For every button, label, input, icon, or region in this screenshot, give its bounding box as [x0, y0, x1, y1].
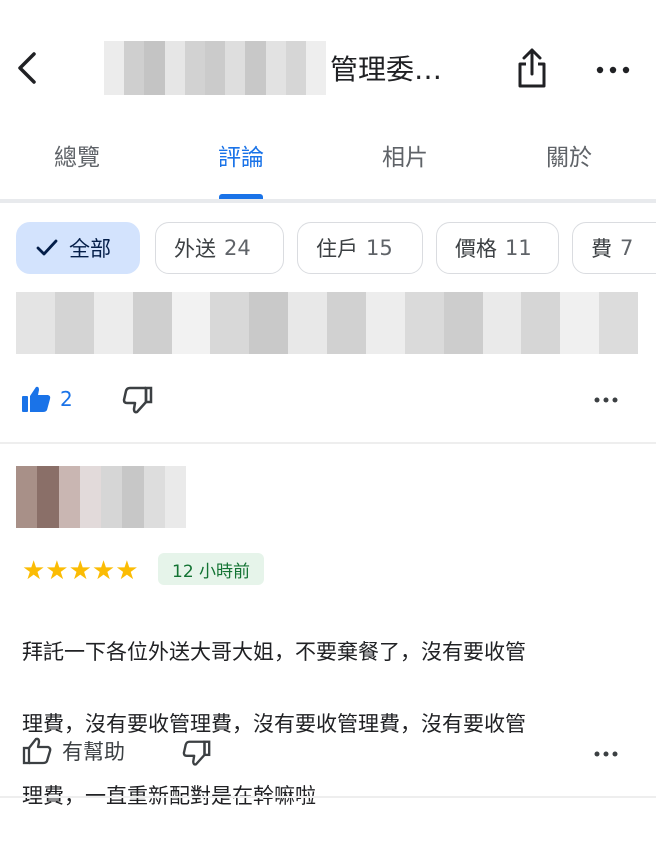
back-button[interactable]: [12, 50, 46, 86]
review-more-button[interactable]: [594, 746, 618, 765]
dislike-button[interactable]: [182, 738, 212, 772]
helpful-button[interactable]: 有幫助: [22, 736, 125, 766]
tab-photos[interactable]: 相片: [370, 138, 440, 178]
review-divider: [0, 442, 656, 444]
page-title: 管理委…: [330, 53, 443, 86]
page-title-area: 管理委…: [104, 40, 442, 96]
share-button[interactable]: [512, 44, 552, 92]
review-time-badge: 12 小時前: [158, 553, 265, 585]
filter-chip-label: 外送: [174, 237, 216, 261]
filter-chip-label: 價格: [455, 237, 497, 261]
filter-chip-label: 住戶: [316, 237, 358, 261]
blurred-place-name: [104, 41, 327, 95]
thumb-up-filled-icon: [22, 386, 51, 412]
tab-reviews[interactable]: 評論: [206, 138, 276, 178]
tab-about[interactable]: 關於: [534, 138, 604, 178]
filter-chip-label: 費: [591, 237, 612, 261]
star-rating-stars: ★★★★★: [22, 556, 139, 586]
arrow-back-icon: [18, 52, 36, 84]
thumb-down-icon: [122, 386, 153, 414]
thumb-down-icon: [182, 740, 211, 766]
reviewer-avatar-name: [16, 466, 186, 528]
filter-chip-count: 7: [620, 236, 634, 260]
thumb-up-icon: [22, 737, 52, 765]
filter-chip-count: 11: [505, 236, 532, 260]
like-button[interactable]: 2: [20, 384, 73, 414]
filter-chip-count: 24: [224, 236, 251, 260]
blurred-review-text: [16, 292, 638, 354]
filter-chip-price[interactable]: 價格 11: [436, 222, 559, 274]
like-count: 2: [60, 387, 73, 411]
star-rating: ★★★★★: [22, 556, 139, 586]
filter-chip-fee[interactable]: 費 7: [572, 222, 656, 274]
more-horiz-icon: [594, 397, 618, 403]
more-horiz-icon: [594, 751, 618, 757]
review-text-line: 拜託一下各位外送大哥大姐，不要棄餐了，沒有要收管: [22, 640, 526, 664]
tab-overview[interactable]: 總覽: [42, 138, 112, 178]
filter-chip-count: 15: [366, 236, 393, 260]
review-divider: [0, 796, 656, 798]
filter-chip-delivery[interactable]: 外送 24: [155, 222, 284, 274]
tabs-divider: [0, 199, 656, 203]
review-text: 拜託一下各位外送大哥大姐，不要棄餐了，沒有要收管 理費，沒有要收管理費，沒有要收…: [22, 598, 634, 850]
helpful-label: 有幫助: [62, 740, 125, 764]
share-icon: [518, 48, 546, 88]
filter-chip-label: 全部: [69, 237, 111, 261]
more-horiz-icon: [596, 66, 630, 74]
filter-chip-all[interactable]: 全部: [16, 222, 140, 274]
check-icon: [35, 238, 59, 258]
dislike-button[interactable]: [122, 384, 154, 420]
more-options-button[interactable]: [594, 60, 632, 80]
review-more-button[interactable]: [594, 392, 618, 411]
filter-chip-residents[interactable]: 住戶 15: [297, 222, 423, 274]
